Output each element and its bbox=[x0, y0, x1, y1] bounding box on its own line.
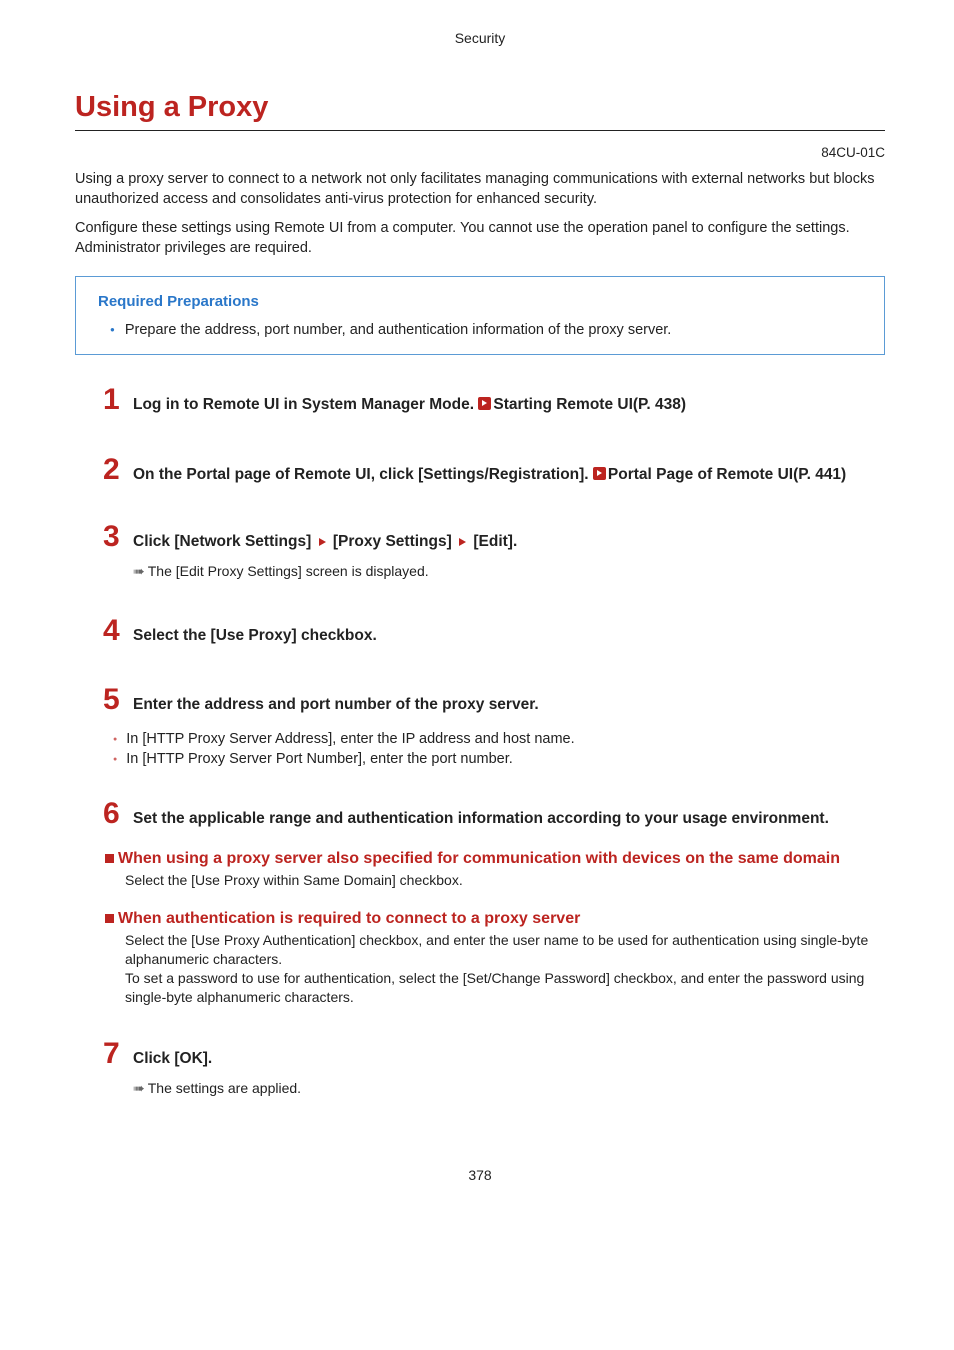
step-3-seg2: [Proxy Settings] bbox=[329, 533, 456, 550]
step-6: 6 Set the applicable range and authentic… bbox=[103, 799, 885, 830]
link-icon bbox=[593, 467, 606, 480]
step-2: 2 On the Portal page of Remote UI, click… bbox=[103, 455, 885, 486]
step-1-link[interactable]: Starting Remote UI(P. 438) bbox=[493, 396, 686, 413]
step-number: 6 bbox=[103, 799, 133, 829]
result-arrow-icon: ➠ bbox=[133, 1080, 144, 1096]
triangle-separator-icon bbox=[459, 538, 466, 546]
step-7-result-text: The settings are applied. bbox=[148, 1080, 301, 1096]
required-preparations-title: Required Preparations bbox=[98, 293, 862, 310]
step-3: 3 Click [Network Settings] [Proxy Settin… bbox=[103, 522, 885, 553]
sub-heading-text: When authentication is required to conne… bbox=[118, 910, 580, 927]
document-page: Security Using a Proxy 84CU-01C Using a … bbox=[0, 0, 954, 1223]
step-text: On the Portal page of Remote UI, click [… bbox=[133, 463, 885, 486]
intro-paragraph-1: Using a proxy server to connect to a net… bbox=[75, 170, 885, 209]
square-bullet-icon bbox=[105, 914, 114, 923]
step-text: Log in to Remote UI in System Manager Mo… bbox=[133, 393, 885, 416]
page-number: 378 bbox=[75, 1167, 885, 1183]
step-4: 4 Select the [Use Proxy] checkbox. bbox=[103, 616, 885, 647]
step-number: 2 bbox=[103, 455, 133, 485]
step-7: 7 Click [OK]. bbox=[103, 1039, 885, 1070]
step-3-seg3: [Edit]. bbox=[469, 533, 517, 550]
sub-heading: When authentication is required to conne… bbox=[105, 908, 885, 930]
step-text: Click [OK]. bbox=[133, 1047, 885, 1070]
step-number: 4 bbox=[103, 616, 133, 646]
triangle-separator-icon bbox=[319, 538, 326, 546]
required-preparations-list: Prepare the address, port number, and au… bbox=[98, 322, 862, 338]
result-arrow-icon: ➠ bbox=[133, 563, 144, 579]
sub-body: Select the [Use Proxy Authentication] ch… bbox=[125, 931, 885, 1007]
step-3-result: ➠The [Edit Proxy Settings] screen is dis… bbox=[133, 563, 885, 580]
step-number: 1 bbox=[103, 385, 133, 415]
step-text: Enter the address and port number of the… bbox=[133, 693, 885, 716]
header-category: Security bbox=[75, 30, 885, 46]
bullet-item: In [HTTP Proxy Server Port Number], ente… bbox=[113, 751, 885, 767]
step-5: 5 Enter the address and port number of t… bbox=[103, 685, 885, 716]
intro-paragraph-2: Configure these settings using Remote UI… bbox=[75, 219, 885, 239]
sub-heading-text: When using a proxy server also specified… bbox=[118, 850, 840, 867]
step-text: Select the [Use Proxy] checkbox. bbox=[133, 624, 885, 647]
step-2-link[interactable]: Portal Page of Remote UI(P. 441) bbox=[608, 466, 846, 483]
step-5-bullets: In [HTTP Proxy Server Address], enter th… bbox=[113, 731, 885, 767]
step-number: 5 bbox=[103, 685, 133, 715]
sub-heading: When using a proxy server also specified… bbox=[105, 848, 885, 870]
step-6-sub-1: When using a proxy server also specified… bbox=[105, 848, 885, 890]
intro-paragraph-3: Administrator privileges are required. bbox=[75, 239, 885, 259]
step-2-text: On the Portal page of Remote UI, click [… bbox=[133, 466, 593, 483]
sub-body: Select the [Use Proxy within Same Domain… bbox=[125, 871, 885, 890]
bullet-item: In [HTTP Proxy Server Address], enter th… bbox=[113, 731, 885, 747]
step-number: 3 bbox=[103, 522, 133, 552]
step-1-text: Log in to Remote UI in System Manager Mo… bbox=[133, 396, 478, 413]
square-bullet-icon bbox=[105, 854, 114, 863]
document-code: 84CU-01C bbox=[75, 145, 885, 160]
link-icon bbox=[478, 397, 491, 410]
step-1: 1 Log in to Remote UI in System Manager … bbox=[103, 385, 885, 416]
step-3-seg1: Click [Network Settings] bbox=[133, 533, 316, 550]
step-number: 7 bbox=[103, 1039, 133, 1069]
step-text: Click [Network Settings] [Proxy Settings… bbox=[133, 530, 885, 553]
required-preparations-box: Required Preparations Prepare the addres… bbox=[75, 276, 885, 355]
step-6-sub-2: When authentication is required to conne… bbox=[105, 908, 885, 1007]
step-3-result-text: The [Edit Proxy Settings] screen is disp… bbox=[148, 563, 429, 579]
page-title: Using a Proxy bbox=[75, 91, 885, 131]
sub-body-line-2: To set a password to use for authenticat… bbox=[125, 970, 864, 1005]
preparation-item: Prepare the address, port number, and au… bbox=[110, 322, 862, 338]
step-text: Set the applicable range and authenticat… bbox=[133, 807, 885, 830]
step-7-result: ➠The settings are applied. bbox=[133, 1080, 885, 1097]
sub-body-line-1: Select the [Use Proxy Authentication] ch… bbox=[125, 932, 868, 967]
